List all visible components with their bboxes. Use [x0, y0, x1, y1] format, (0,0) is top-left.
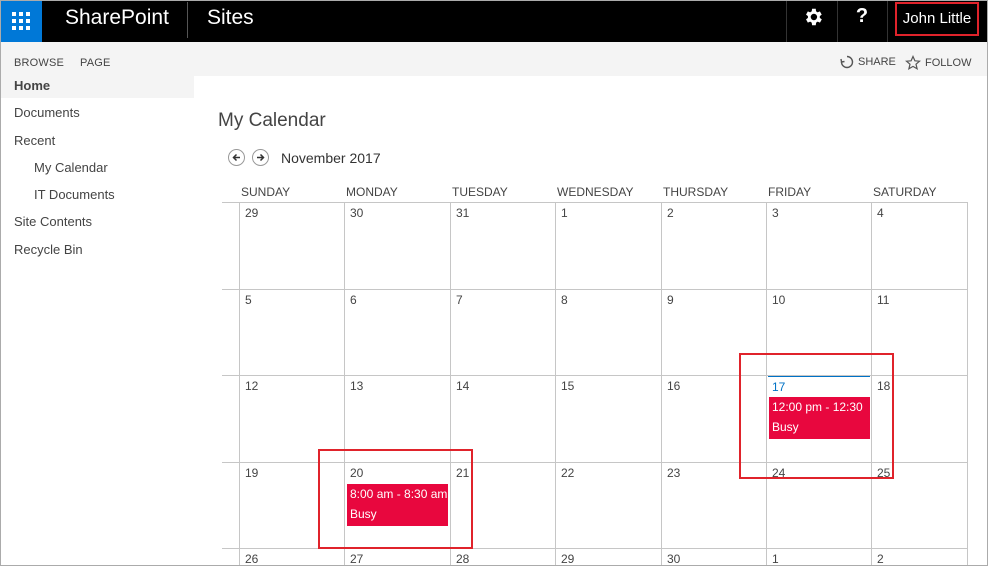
highlight-box [318, 449, 473, 549]
previous-month-button[interactable] [228, 149, 245, 166]
weekday-wednesday: WEDNESDAY [557, 185, 634, 199]
follow-button[interactable]: FOLLOW [905, 55, 971, 71]
day-number[interactable]: 29 [245, 206, 258, 220]
day-number[interactable]: 5 [245, 293, 252, 307]
day-number[interactable]: 4 [877, 206, 884, 220]
day-number[interactable]: 30 [667, 552, 680, 566]
tab-page[interactable]: PAGE [80, 57, 111, 69]
follow-label: FOLLOW [925, 57, 972, 69]
suite-bar: SharePoint Sites ? John Little [0, 0, 988, 42]
day-number[interactable]: 12 [245, 379, 258, 393]
day-number[interactable]: 10 [772, 293, 785, 307]
day-number[interactable]: 7 [456, 293, 463, 307]
help-button[interactable]: ? [853, 4, 871, 28]
day-number[interactable]: 15 [561, 379, 574, 393]
nav-item-documents[interactable]: Documents [14, 105, 80, 120]
day-number[interactable]: 2 [877, 552, 884, 566]
weekday-monday: MONDAY [346, 185, 398, 199]
day-number[interactable]: 8 [561, 293, 568, 307]
share-icon [840, 55, 854, 69]
weekday-friday: FRIDAY [768, 185, 812, 199]
day-number[interactable]: 14 [456, 379, 469, 393]
weekday-sunday: SUNDAY [241, 185, 291, 199]
share-label: SHARE [858, 56, 896, 68]
day-number[interactable]: 28 [456, 552, 469, 566]
day-number[interactable]: 6 [350, 293, 357, 307]
day-number[interactable]: 2 [667, 206, 674, 220]
brand-divider [187, 2, 188, 38]
day-number[interactable]: 11 [877, 293, 889, 307]
day-number[interactable]: 31 [456, 206, 469, 220]
brand-link[interactable]: SharePoint [65, 5, 169, 31]
waffle-icon [12, 12, 30, 30]
weekday-saturday: SATURDAY [873, 185, 937, 199]
next-month-button[interactable] [252, 149, 269, 166]
nav-item-home[interactable]: Home [0, 76, 194, 98]
day-number[interactable]: 13 [350, 379, 363, 393]
month-label: November 2017 [281, 150, 381, 166]
highlight-box [739, 353, 894, 479]
day-number[interactable]: 1 [561, 206, 568, 220]
day-number[interactable]: 1 [772, 552, 779, 566]
tab-browse[interactable]: BROWSE [14, 57, 64, 69]
sites-link[interactable]: Sites [207, 5, 254, 31]
nav-item-recycle-bin[interactable]: Recycle Bin [14, 242, 83, 257]
day-number[interactable]: 23 [667, 466, 680, 480]
nav-item-site-contents[interactable]: Site Contents [14, 214, 92, 229]
nav-item-home-label: Home [14, 78, 51, 93]
day-number[interactable]: 27 [350, 552, 363, 566]
day-number[interactable]: 3 [772, 206, 779, 220]
nav-item-my-calendar[interactable]: My Calendar [34, 160, 108, 175]
day-number[interactable]: 9 [667, 293, 674, 307]
arrow-left-icon [232, 153, 240, 162]
day-number[interactable]: 16 [667, 379, 680, 393]
weekday-thursday: THURSDAY [663, 185, 729, 199]
page-title: My Calendar [218, 110, 326, 131]
app-launcher-button[interactable] [0, 0, 42, 42]
day-number[interactable]: 22 [561, 466, 574, 480]
day-number[interactable]: 26 [245, 552, 258, 566]
ribbon: BROWSE PAGE SHARE FOLLOW [0, 42, 988, 76]
user-menu-button[interactable]: John Little [895, 2, 979, 36]
gear-icon[interactable] [802, 6, 824, 28]
day-number[interactable]: 29 [561, 552, 574, 566]
nav-item-recent[interactable]: Recent [14, 133, 55, 148]
weekday-tuesday: TUESDAY [452, 185, 508, 199]
arrow-right-icon [257, 153, 265, 162]
day-number[interactable]: 30 [350, 206, 363, 220]
star-icon [905, 55, 921, 71]
nav-item-it-documents[interactable]: IT Documents [34, 187, 115, 202]
day-number[interactable]: 19 [245, 466, 258, 480]
share-button[interactable]: SHARE [840, 55, 896, 69]
